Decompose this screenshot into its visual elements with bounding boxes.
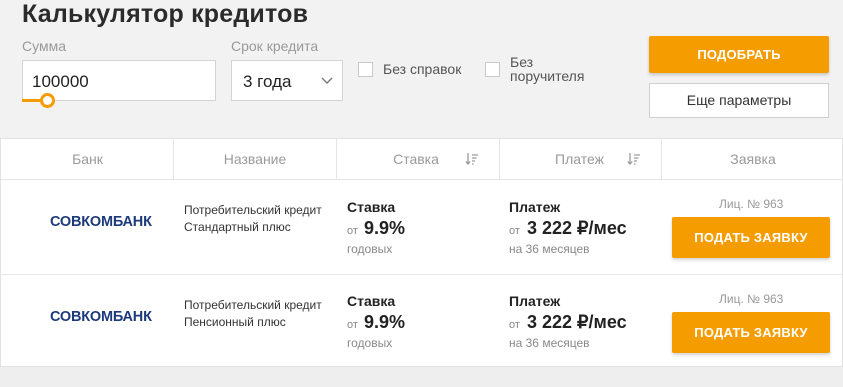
apply-button[interactable]: ПОДАТЬ ЗАЯВКУ [672,217,830,258]
results-table: Банк Название Ставка Платеж Заявка СОВКО… [0,138,843,367]
header-name: Название [223,151,287,167]
payment-value: 3 222 ₽/мес [527,312,627,332]
page-title: Калькулятор кредитов [22,0,309,28]
product-name[interactable]: Потребительский кредит Пенсионный плюс [184,297,324,331]
apply-button[interactable]: ПОДАТЬ ЗАЯВКУ [672,312,830,353]
sovcombank-logo-icon [32,215,46,229]
rate-title: Ставка [347,199,396,215]
rate-value: 9.9% [364,218,406,238]
no-certificates-checkbox[interactable] [358,62,373,77]
pick-button[interactable]: ПОДОБРАТЬ [649,36,829,73]
sort-icon[interactable] [627,152,641,166]
no-guarantor-label-line1[interactable]: Без [510,55,533,69]
bank-logo-text: СОВКОМБАНК [50,214,152,230]
header-divider [499,139,500,180]
rate-title: Ставка [347,293,396,309]
payment-from: от [509,319,520,331]
term-value: 3 года [243,72,292,91]
rate-period: годовых [347,242,393,256]
no-guarantor-checkbox[interactable] [485,62,500,77]
term-label: Срок кредита [231,38,319,54]
payment-term: на 36 месяцев [509,336,590,350]
amount-value: 100000 [32,72,89,91]
no-certificates-label[interactable]: Без справок [383,62,461,76]
sort-icon[interactable] [465,152,479,166]
term-select[interactable]: 3 года [231,60,343,101]
bank-logo: СОВКОМБАНК [31,213,156,231]
payment-title: Платеж [509,199,561,215]
amount-label: Сумма [22,38,66,54]
license-number: Лиц. № 963 [719,197,784,211]
more-params-button[interactable]: Еще параметры [649,83,829,118]
header-application: Заявка [730,151,776,167]
header-bank: Банк [72,151,103,167]
table-header: Банк Название Ставка Платеж Заявка [1,139,843,180]
product-name[interactable]: Потребительский кредит Стандартный плюс [184,202,324,236]
chevron-down-icon [321,77,333,84]
rate-value: 9.9% [364,312,406,332]
header-divider [336,139,337,180]
amount-slider-handle[interactable] [40,93,55,108]
payment-term: на 36 месяцев [509,242,590,256]
license-number: Лиц. № 963 [719,292,784,306]
rate-period: годовых [347,336,393,350]
sovcombank-logo-icon [32,310,46,324]
payment-from: от [509,225,520,237]
payment-title: Платеж [509,293,561,309]
payment-value: 3 222 ₽/мес [527,218,627,238]
table-row: СОВКОМБАНК Потребительский кредит Станда… [1,180,843,273]
header-rate[interactable]: Ставка [381,139,451,180]
filters-panel: Калькулятор кредитов Сумма 100000 Срок к… [0,0,843,140]
bank-logo: СОВКОМБАНК [31,308,156,326]
header-payment[interactable]: Платеж [542,139,617,180]
no-guarantor-label-line2[interactable]: поручителя [510,69,584,83]
bank-logo-text: СОВКОМБАНК [50,309,152,325]
rate-from: от [347,319,358,331]
rate-from: от [347,225,358,237]
table-row: СОВКОМБАНК Потребительский кредит Пенсио… [1,274,843,367]
